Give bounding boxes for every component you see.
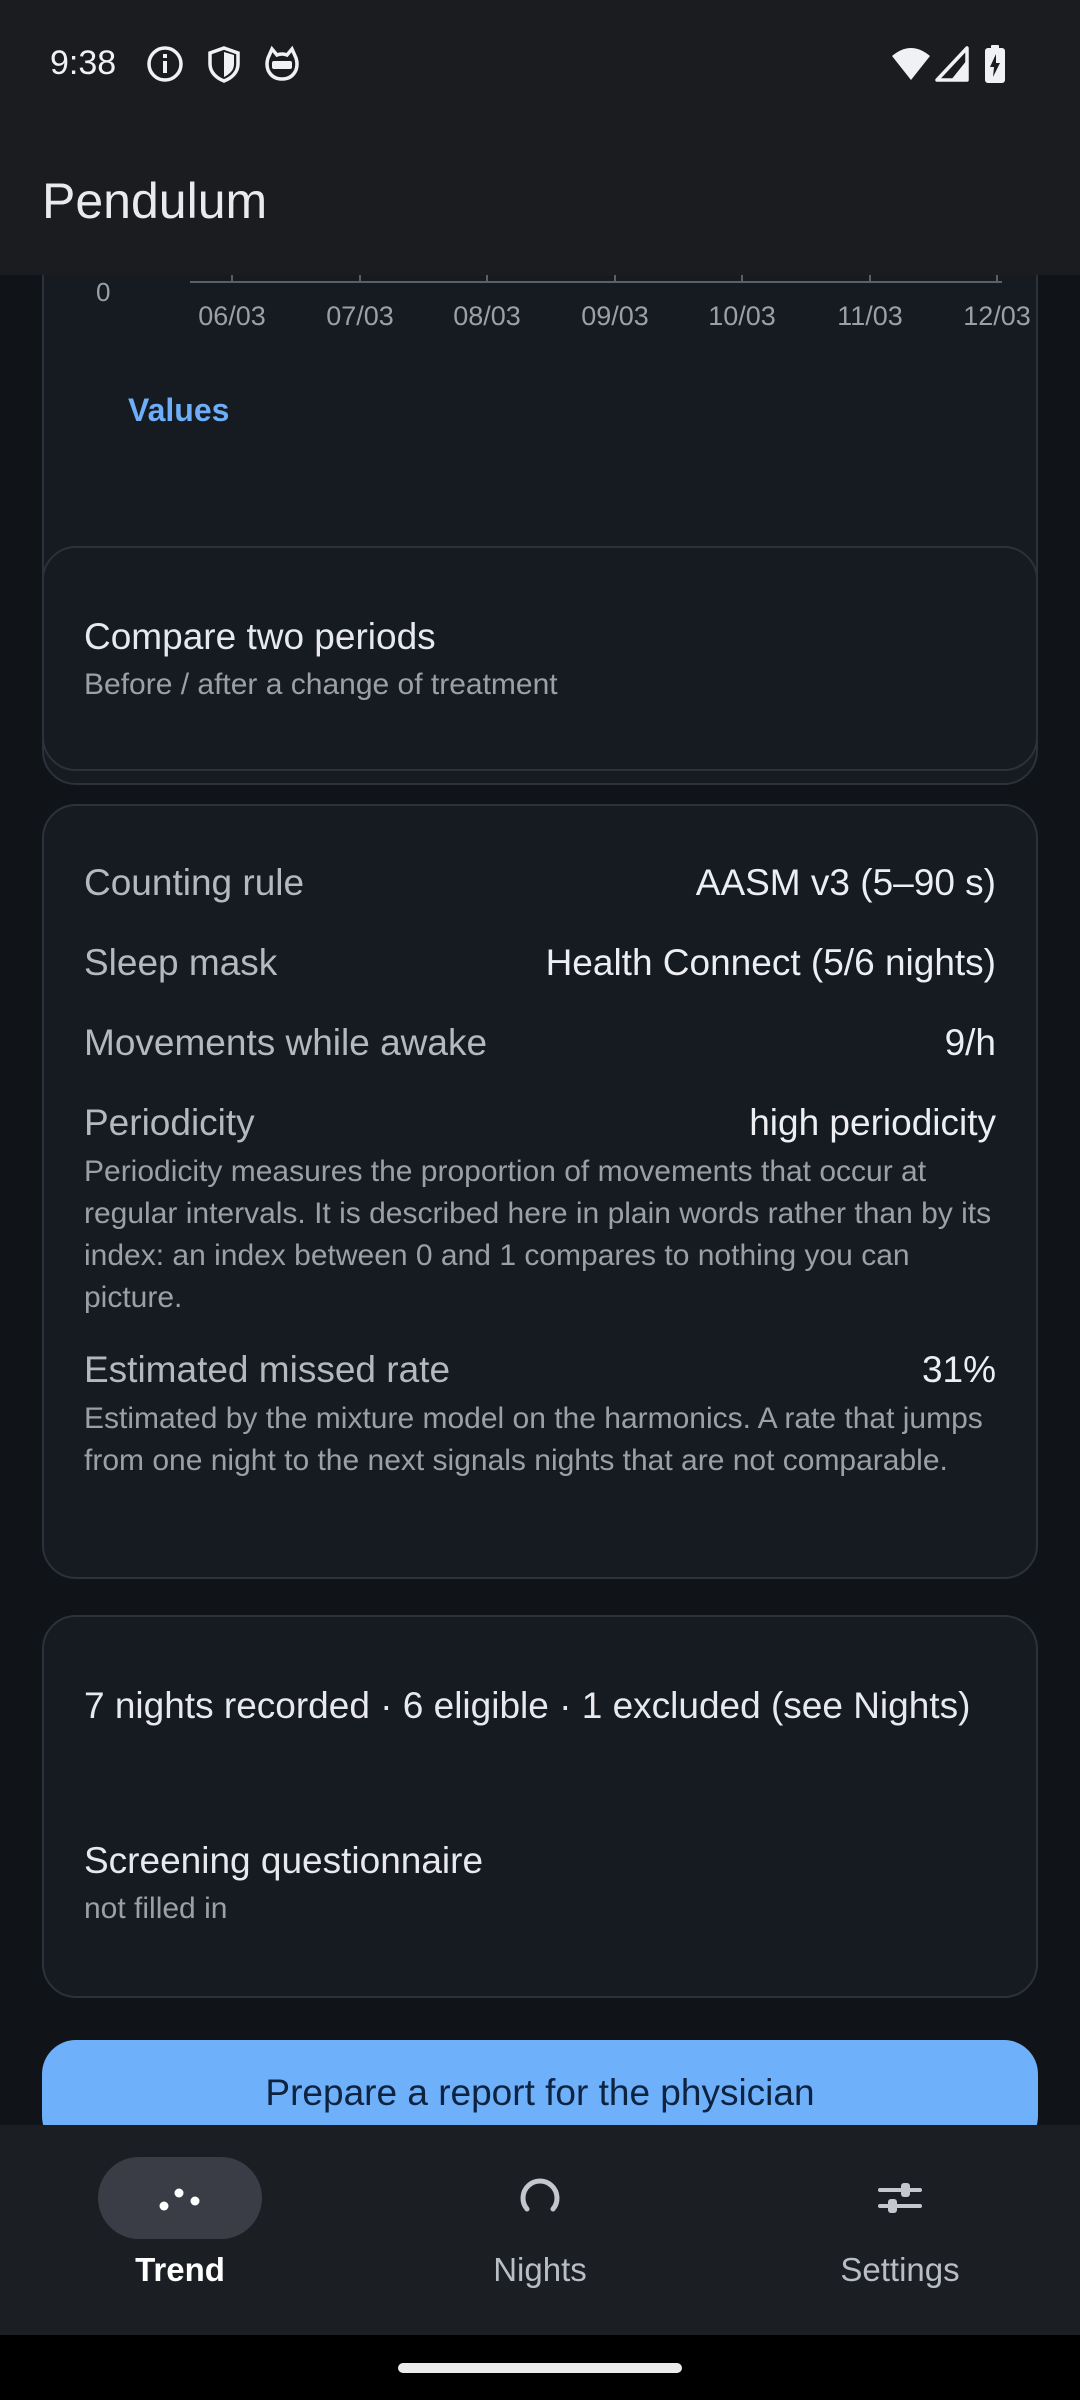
battery-charging-icon xyxy=(985,45,1005,83)
periodicity-value: high periodicity xyxy=(749,1102,996,1143)
periodicity-description: Periodicity measures the proportion of m… xyxy=(84,1155,992,1314)
nav-label-trend: Trend xyxy=(135,2251,225,2288)
x-tick-label: 11/03 xyxy=(837,301,903,331)
values-link[interactable]: Values xyxy=(128,392,229,429)
missed-rate-description: Estimated by the mixture model on the ha… xyxy=(84,1402,983,1477)
missed-rate-value: 31% xyxy=(921,1349,996,1390)
status-time: 9:38 xyxy=(50,44,117,82)
x-tick-label: 08/03 xyxy=(453,301,521,331)
prepare-report-button[interactable]: Prepare a report for the physician xyxy=(42,2040,1038,2125)
gesture-area xyxy=(0,2335,1080,2400)
counting-rule-label: Counting rule xyxy=(84,862,305,903)
sleep-mask-label: Sleep mask xyxy=(84,942,278,983)
questionnaire-title: Screening questionnaire xyxy=(84,1840,484,1881)
movements-awake-value: 9/h xyxy=(944,1022,996,1063)
nav-item-trend[interactable]: Trend xyxy=(0,2125,360,2335)
movements-awake-label: Movements while awake xyxy=(84,1022,488,1063)
home-gesture-handle[interactable] xyxy=(398,2363,682,2373)
scroll-content[interactable]: 0 06/03 07/03 08/03 09/03 10/03 11/03 12… xyxy=(0,275,1080,2125)
counting-rule-value: AASM v3 (5–90 s) xyxy=(695,862,996,903)
x-tick-label: 07/03 xyxy=(326,301,394,331)
compare-periods-card[interactable]: Compare two periods Before / after a cha… xyxy=(42,546,1038,771)
screen: 9:38 Pendulum 0 06/03 07/03 08/03 09/03 … xyxy=(0,0,1080,2400)
sleep-mask-value: Health Connect (5/6 nights) xyxy=(545,942,996,983)
app-bar: Pendulum xyxy=(0,130,1080,275)
shield-icon xyxy=(208,46,240,83)
nights-circle-icon xyxy=(520,2178,560,2212)
nights-summary-card[interactable]: 7 nights recorded · 6 eligible · 1 exclu… xyxy=(42,1615,1038,1998)
x-tick-label: 09/03 xyxy=(581,301,649,331)
x-tick-label: 10/03 xyxy=(708,301,776,331)
chart-x-axis xyxy=(190,275,1002,283)
questionnaire-status: not filled in xyxy=(84,1892,228,1925)
nav-item-settings[interactable]: Settings xyxy=(720,2125,1080,2335)
wifi-icon xyxy=(892,48,930,80)
cat-face-icon xyxy=(265,45,299,81)
nav-label-nights: Nights xyxy=(493,2251,587,2288)
compare-subtitle: Before / after a change of treatment xyxy=(84,668,558,701)
nights-summary: 7 nights recorded · 6 eligible · 1 exclu… xyxy=(84,1685,971,1726)
compare-title: Compare two periods xyxy=(84,616,436,657)
chart-y-zero-label: 0 xyxy=(96,277,111,307)
settings-sliders-icon xyxy=(878,2183,922,2213)
info-icon xyxy=(147,46,183,82)
cellular-signal-icon xyxy=(935,46,969,82)
periodicity-label: Periodicity xyxy=(84,1102,255,1143)
missed-rate-label: Estimated missed rate xyxy=(84,1349,451,1390)
status-bar: 9:38 xyxy=(0,0,1080,130)
app-title: Pendulum xyxy=(42,173,268,229)
stats-card: Counting rule AASM v3 (5–90 s) Sleep mas… xyxy=(42,804,1038,1579)
trend-dots-icon xyxy=(159,2188,200,2211)
bottom-navigation: Trend Nights Settings xyxy=(0,2125,1080,2335)
x-tick-label: 12/03 xyxy=(963,301,1031,331)
nav-label-settings: Settings xyxy=(840,2251,960,2288)
nav-item-nights[interactable]: Nights xyxy=(360,2125,720,2335)
x-tick-label: 06/03 xyxy=(198,301,266,331)
